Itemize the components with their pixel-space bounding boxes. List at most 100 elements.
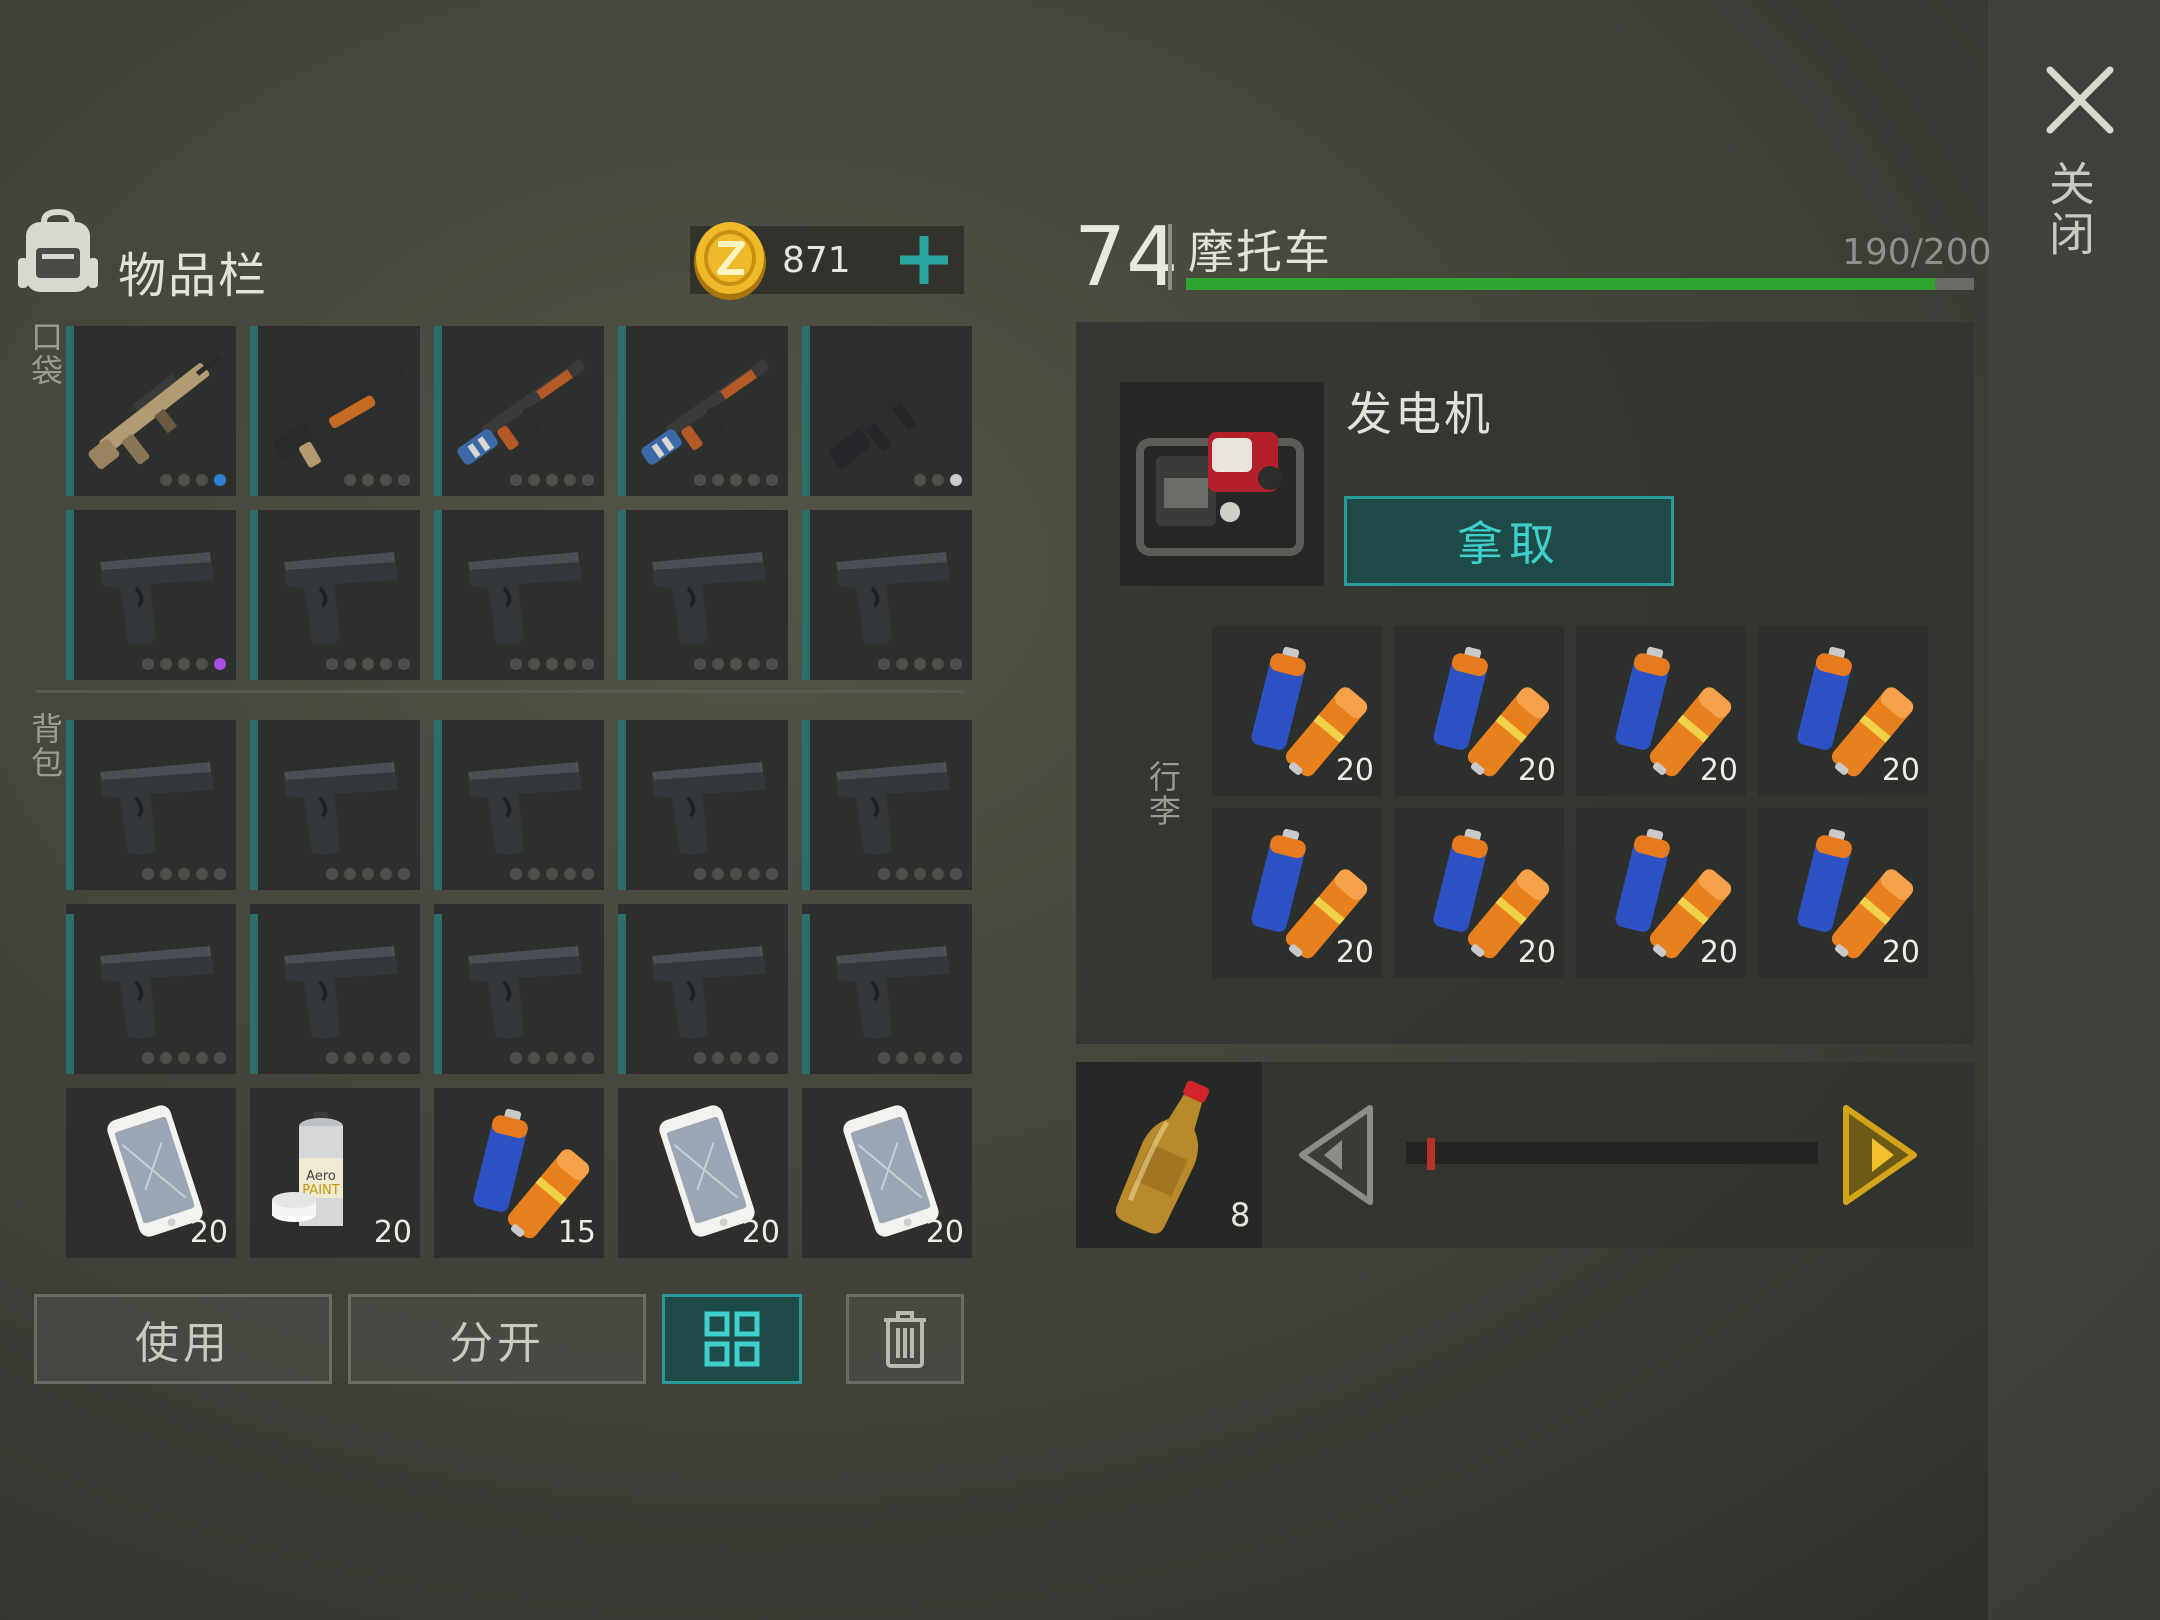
cargo-slot[interactable]: 20 [1212, 626, 1382, 796]
slider-handle[interactable] [1426, 1138, 1435, 1170]
add-coins-icon[interactable] [892, 228, 956, 292]
item-count: 20 [741, 1215, 780, 1250]
pistol-icon [652, 946, 766, 1039]
item-count: 20 [1699, 753, 1738, 788]
quality-dots [344, 474, 410, 486]
durability-bar [250, 914, 258, 1074]
increase-arrow-icon[interactable] [1836, 1100, 1926, 1210]
vehicle-separator [1168, 224, 1172, 290]
m16-rifle-icon [829, 358, 951, 468]
sort-button[interactable] [662, 1294, 802, 1384]
quality-dots [142, 868, 226, 880]
coin-count: 871 [782, 240, 851, 281]
quality-dots [326, 868, 410, 880]
pistol-icon [100, 762, 214, 855]
inventory-slot[interactable] [618, 326, 788, 496]
inventory-slot[interactable] [434, 720, 604, 890]
pistol-icon [100, 552, 214, 645]
cargo-slot[interactable]: 20 [1576, 808, 1746, 978]
quality-dots [694, 474, 778, 486]
quality-dots [694, 868, 778, 880]
pistol-icon [836, 946, 950, 1039]
pistol-icon [284, 552, 398, 645]
inventory-slot[interactable] [802, 326, 972, 496]
quality-dots [694, 658, 778, 670]
coin-icon [690, 218, 770, 302]
inventory-slot[interactable] [618, 720, 788, 890]
pistol-icon [468, 946, 582, 1039]
quality-dots [142, 1052, 226, 1064]
cargo-slot[interactable]: 20 [1212, 808, 1382, 978]
quality-dots [326, 658, 410, 670]
capacity-bar [1186, 278, 1974, 290]
inventory-slot[interactable] [434, 904, 604, 1074]
item-count: 20 [1335, 753, 1374, 788]
inventory-slot[interactable] [66, 510, 236, 680]
durability-bar [250, 326, 258, 496]
quality-dots [142, 658, 226, 670]
fuel-count: 8 [1230, 1196, 1251, 1234]
item-count: 15 [557, 1215, 596, 1250]
durability-bar [618, 914, 626, 1074]
decrease-arrow-icon[interactable] [1290, 1100, 1380, 1210]
quality-dots [510, 1052, 594, 1064]
item-count: 20 [373, 1215, 412, 1250]
split-button[interactable]: 分开 [348, 1294, 646, 1384]
durability-bar [618, 326, 626, 496]
durability-bar [618, 510, 626, 680]
inventory-slot[interactable] [434, 326, 604, 496]
durability-bar [434, 326, 442, 496]
inventory-slot[interactable] [250, 904, 420, 1074]
inventory-slot[interactable] [802, 904, 972, 1074]
scar-rifle-icon [88, 353, 223, 470]
durability-bar [66, 510, 74, 680]
cargo-slot[interactable]: 20 [1758, 626, 1928, 796]
inventory-slot[interactable] [66, 326, 236, 496]
grid-icon [704, 1311, 760, 1367]
durability-bar [250, 510, 258, 680]
amount-slider[interactable] [1406, 1142, 1818, 1164]
inventory-slot[interactable]: 15 [434, 1088, 604, 1258]
trash-button[interactable] [846, 1294, 964, 1384]
bag-label: 背包 [26, 712, 64, 780]
inventory-slot[interactable] [250, 510, 420, 680]
inventory-title: 物品栏 [118, 248, 269, 304]
item-count: 20 [1335, 935, 1374, 970]
quality-dots [694, 1052, 778, 1064]
pistol-icon [836, 762, 950, 855]
close-label[interactable]: 关闭 [2042, 160, 2102, 260]
inventory-slot[interactable] [250, 326, 420, 496]
inventory-slot[interactable] [802, 720, 972, 890]
quality-dots [878, 868, 962, 880]
inventory-slot[interactable] [66, 720, 236, 890]
svg-text:Aero: Aero [306, 1169, 336, 1184]
generator-slot[interactable] [1120, 382, 1324, 586]
take-button[interactable]: 拿取 [1344, 496, 1674, 586]
section-divider [36, 690, 964, 693]
cargo-slot[interactable]: 20 [1758, 808, 1928, 978]
inventory-slot[interactable] [250, 720, 420, 890]
cargo-slot[interactable]: 20 [1394, 808, 1564, 978]
item-count: 20 [925, 1215, 964, 1250]
inventory-slot[interactable]: 20 [618, 1088, 788, 1258]
inventory-slot[interactable]: 20 [802, 1088, 972, 1258]
pistol-icon [652, 762, 766, 855]
close-icon[interactable] [2040, 60, 2120, 140]
inventory-slot[interactable] [618, 510, 788, 680]
item-count: 20 [1517, 935, 1556, 970]
backpack-icon [16, 208, 100, 298]
cargo-slot[interactable]: 20 [1576, 626, 1746, 796]
use-button[interactable]: 使用 [34, 1294, 332, 1384]
pistol-icon [836, 552, 950, 645]
cargo-slot[interactable]: 20 [1394, 626, 1564, 796]
quality-dots [510, 658, 594, 670]
item-count: 20 [1881, 753, 1920, 788]
inventory-slot[interactable] [802, 510, 972, 680]
inventory-slot[interactable] [66, 904, 236, 1074]
inventory-slot[interactable]: 20 [66, 1088, 236, 1258]
durability-bar [434, 510, 442, 680]
luggage-label: 行李 [1144, 760, 1182, 828]
inventory-slot[interactable]: Aero PAINT 20 [250, 1088, 420, 1258]
inventory-slot[interactable] [434, 510, 604, 680]
inventory-slot[interactable] [618, 904, 788, 1074]
